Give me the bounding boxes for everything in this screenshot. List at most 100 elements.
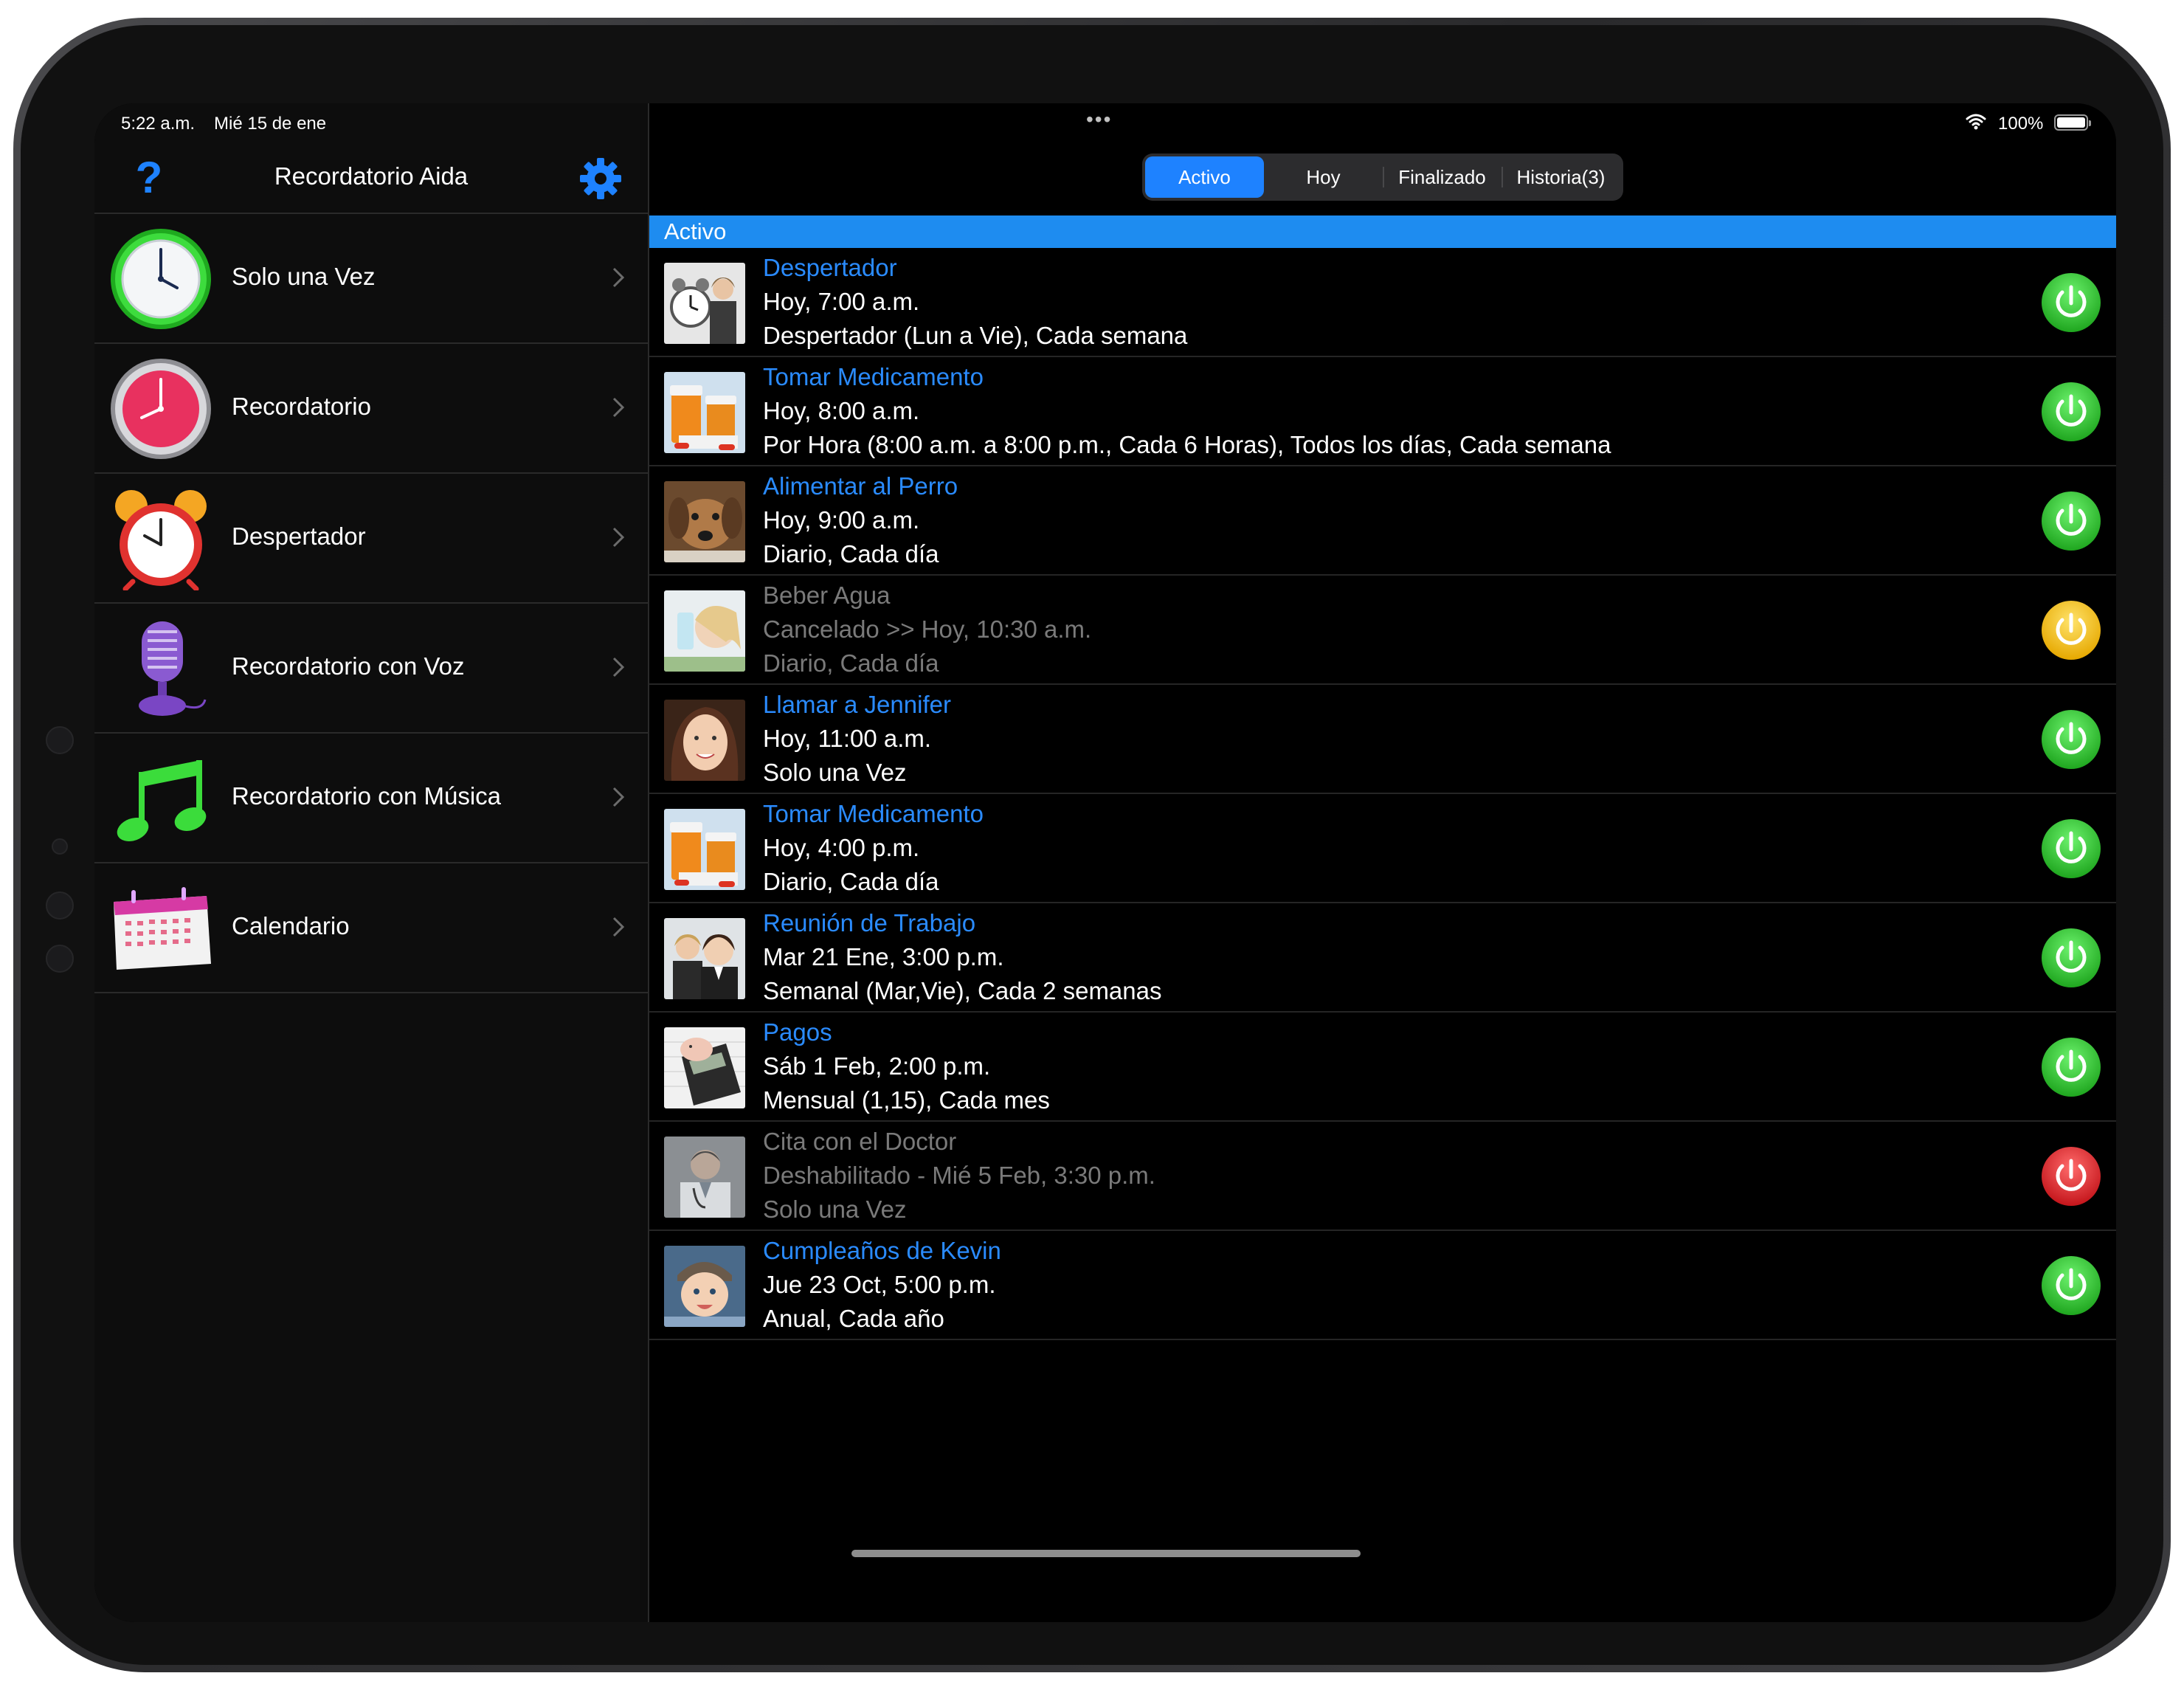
reminder-time: Jue 23 Oct, 5:00 p.m.: [763, 1271, 996, 1298]
calendar-icon: [114, 887, 211, 970]
sidebar-item-despertador[interactable]: Despertador: [94, 474, 648, 604]
gear-icon[interactable]: [578, 156, 623, 201]
reminder-recurrence: Anual, Cada año: [763, 1305, 944, 1332]
power-toggle-enabled-icon[interactable]: [2041, 382, 2101, 442]
chevron-right-icon: [612, 657, 625, 677]
dog-photo: [664, 481, 745, 562]
sidebar-item-recordatorio[interactable]: Recordatorio: [94, 344, 648, 474]
reminder-recurrence: Solo una Vez: [763, 1196, 907, 1223]
power-toggle-enabled-icon[interactable]: [2041, 1037, 2101, 1097]
tab-activo[interactable]: Activo: [1145, 156, 1264, 198]
battery-icon: [2054, 114, 2091, 131]
sidebar-item-solo-una-vez[interactable]: Solo una Vez: [94, 214, 648, 344]
sensor-dot: [46, 891, 74, 920]
power-toggle-enabled-icon[interactable]: [2041, 928, 2101, 988]
status-date: Mié 15 de ene: [214, 114, 327, 134]
reminder-title: Cumpleaños de Kevin: [763, 1237, 1001, 1264]
reminder-time: Hoy, 4:00 p.m.: [763, 834, 920, 861]
screen: ? Recordatorio Aida Solo una Vez Recorda…: [94, 103, 2116, 1622]
reminder-row[interactable]: Beber Agua Cancelado >> Hoy, 10:30 a.m. …: [649, 576, 2116, 685]
app-title: Recordatorio Aida: [274, 162, 469, 190]
reminder-row[interactable]: Tomar Medicamento Hoy, 8:00 a.m. Por Hor…: [649, 357, 2116, 466]
power-toggle-enabled-icon[interactable]: [2041, 818, 2101, 879]
filter-segmented-control: Activo Hoy Finalizado Historia(3): [1142, 154, 1623, 201]
tab-historia[interactable]: Historia(3): [1502, 156, 1620, 198]
reminder-row[interactable]: Cita con el Doctor Deshabilitado - Mié 5…: [649, 1122, 2116, 1231]
reminder-recurrence: Diario, Cada día: [763, 540, 939, 568]
sidebar-item-label: Despertador: [232, 522, 366, 550]
multitasking-dots-icon[interactable]: •••: [1086, 109, 1112, 130]
sidebar-item-label: Calendario: [232, 912, 350, 939]
power-toggle-enabled-icon[interactable]: [2041, 1255, 2101, 1316]
reminder-time: Hoy, 8:00 a.m.: [763, 397, 920, 424]
chevron-right-icon: [612, 787, 625, 807]
reminder-row[interactable]: Alimentar al Perro Hoy, 9:00 a.m. Diario…: [649, 466, 2116, 576]
reminder-title: Alimentar al Perro: [763, 472, 958, 500]
chevron-right-icon: [612, 267, 625, 288]
reminder-time: Hoy, 9:00 a.m.: [763, 506, 920, 534]
chevron-right-icon: [612, 527, 625, 548]
reminder-recurrence: Semanal (Mar,Vie), Cada 2 semanas: [763, 977, 1162, 1004]
reminder-type-list: Solo una Vez Recordatorio Despertador Re…: [94, 214, 648, 993]
reminder-title: Pagos: [763, 1018, 832, 1046]
home-indicator[interactable]: [851, 1550, 1361, 1557]
sidebar-item-recordatorio-con-voz[interactable]: Recordatorio con Voz: [94, 604, 648, 734]
water-photo: [664, 590, 745, 672]
status-bar: 5:22 a.m. Mié 15 de ene ••• 100%: [94, 103, 2116, 145]
camera-lens: [52, 838, 68, 855]
power-toggle-enabled-icon[interactable]: [2041, 709, 2101, 770]
reminder-row[interactable]: Cumpleaños de Kevin Jue 23 Oct, 5:00 p.m…: [649, 1231, 2116, 1340]
sidebar-item-calendario[interactable]: Calendario: [94, 863, 648, 993]
reminder-recurrence: Solo una Vez: [763, 759, 907, 786]
baby-photo: [664, 1246, 745, 1327]
status-time: 5:22 a.m.: [121, 114, 196, 134]
reminder-title: Cita con el Doctor: [763, 1128, 957, 1155]
help-button[interactable]: ?: [127, 154, 171, 202]
reminder-time: Deshabilitado - Mié 5 Feb, 3:30 p.m.: [763, 1162, 1155, 1189]
reminder-row[interactable]: Pagos Sáb 1 Feb, 2:00 p.m. Mensual (1,15…: [649, 1013, 2116, 1122]
sidebar-header: ? Recordatorio Aida: [94, 145, 648, 214]
pills-photo: [664, 809, 745, 890]
reminder-time: Hoy, 7:00 a.m.: [763, 288, 920, 315]
reminder-list: Despertador Hoy, 7:00 a.m. Despertador (…: [649, 248, 2116, 1340]
reminder-title: Reunión de Trabajo: [763, 909, 976, 937]
alarm-clock-icon: [115, 490, 207, 590]
section-header: Activo: [649, 215, 2116, 248]
doctor-photo: [664, 1137, 745, 1218]
chevron-right-icon: [612, 397, 625, 418]
reminder-recurrence: Despertador (Lun a Vie), Cada semana: [763, 322, 1188, 349]
pills-photo: [664, 372, 745, 453]
reminder-recurrence: Mensual (1,15), Cada mes: [763, 1086, 1050, 1114]
camera-sensor: [46, 726, 74, 754]
reminder-row[interactable]: Despertador Hoy, 7:00 a.m. Despertador (…: [649, 248, 2116, 357]
tab-hoy[interactable]: Hoy: [1264, 156, 1383, 198]
calculator-photo: [664, 1027, 745, 1108]
music-note-icon: [117, 760, 207, 841]
reminder-title: Beber Agua: [763, 582, 891, 609]
reminder-row[interactable]: Llamar a Jennifer Hoy, 11:00 a.m. Solo u…: [649, 685, 2116, 794]
reminder-title: Tomar Medicamento: [763, 800, 984, 827]
meeting-photo: [664, 918, 745, 999]
power-toggle-cancelled-icon[interactable]: [2041, 600, 2101, 661]
pink-clock-icon: [111, 359, 211, 459]
reminder-title: Despertador: [763, 254, 897, 281]
tab-finalizado[interactable]: Finalizado: [1383, 156, 1502, 198]
sidebar: ? Recordatorio Aida Solo una Vez Recorda…: [94, 103, 649, 1622]
reminder-time: Hoy, 11:00 a.m.: [763, 725, 932, 752]
green-clock-icon: [111, 229, 211, 329]
reminder-time: Sáb 1 Feb, 2:00 p.m.: [763, 1052, 991, 1080]
reminder-row[interactable]: Tomar Medicamento Hoy, 4:00 p.m. Diario,…: [649, 794, 2116, 903]
reminder-row[interactable]: Reunión de Trabajo Mar 21 Ene, 3:00 p.m.…: [649, 903, 2116, 1013]
power-toggle-enabled-icon[interactable]: [2041, 272, 2101, 333]
reminder-title: Llamar a Jennifer: [763, 691, 951, 718]
power-toggle-disabled-icon[interactable]: [2041, 1146, 2101, 1207]
alarm-photo: [664, 263, 745, 344]
reminder-panel: Activo Hoy Finalizado Historia(3) Activo: [649, 103, 2116, 1622]
reminder-recurrence: Diario, Cada día: [763, 649, 939, 677]
power-toggle-enabled-icon[interactable]: [2041, 491, 2101, 551]
sidebar-item-recordatorio-con-musica[interactable]: Recordatorio con Música: [94, 734, 648, 863]
sidebar-item-label: Solo una Vez: [232, 263, 376, 290]
woman-photo: [664, 700, 745, 781]
reminder-recurrence: Diario, Cada día: [763, 868, 939, 895]
chevron-right-icon: [612, 917, 625, 937]
